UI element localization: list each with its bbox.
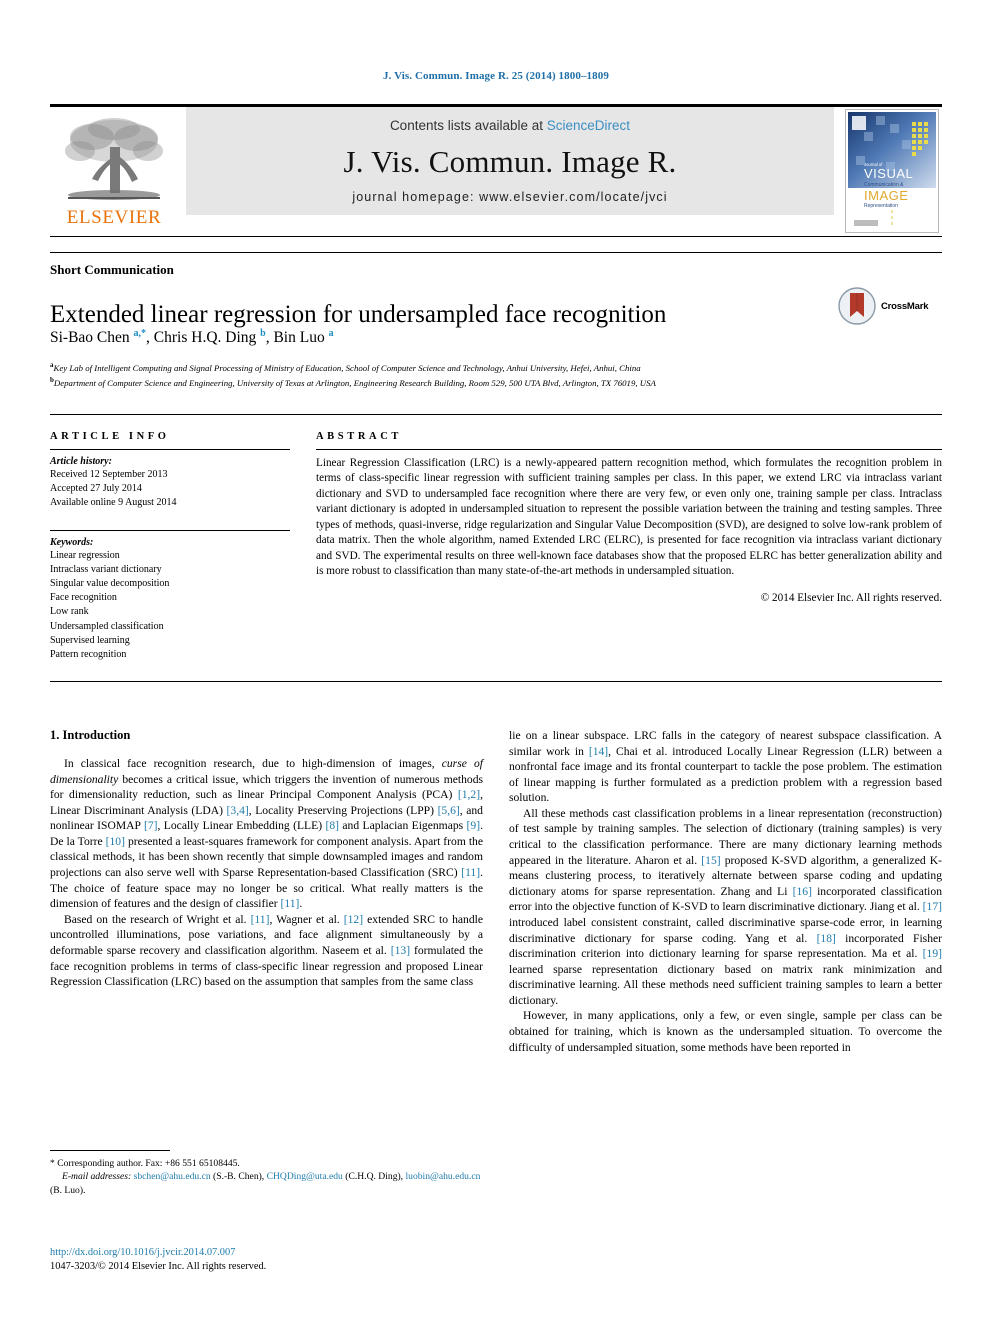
email-addresses-note: E-mail addresses: sbchen@ahu.edu.cn (S.-… xyxy=(50,1170,483,1197)
journal-homepage-link[interactable]: journal homepage: www.elsevier.com/locat… xyxy=(352,190,667,204)
body-paragraph: lie on a linear subspace. LRC falls in t… xyxy=(509,729,942,805)
cover-subtitle-2: Representation xyxy=(864,203,898,209)
article-info-rule xyxy=(50,449,290,450)
footnote-rule xyxy=(50,1150,170,1151)
keywords-label: Keywords: xyxy=(50,536,94,548)
affiliation-item: aKey Lab of Intelligent Computing and Si… xyxy=(50,360,930,375)
keyword-item: Supervised learning xyxy=(50,634,130,646)
page-title: Extended linear regression for undersamp… xyxy=(50,300,667,328)
section-heading-introduction: 1. Introduction xyxy=(50,728,131,742)
contents-prefix: Contents lists available at xyxy=(389,118,547,133)
keywords-block: Keywords: Linear regression Intraclass v… xyxy=(50,529,290,663)
article-info-column: ARTICLE INFO Article history: Received 1… xyxy=(50,431,308,662)
title-top-rule xyxy=(50,252,942,253)
elsevier-tree-icon xyxy=(65,118,163,200)
keyword-item: Singular value decomposition xyxy=(50,577,170,589)
abstract-copyright: © 2014 Elsevier Inc. All rights reserved… xyxy=(760,591,942,604)
info-abstract-band: ARTICLE INFO Article history: Received 1… xyxy=(50,414,942,682)
body-paragraph: All these methods cast classification pr… xyxy=(509,806,942,1007)
crossmark-badge-group[interactable]: CrossMark xyxy=(838,283,942,329)
email-label: E-mail addresses: xyxy=(62,1171,132,1183)
body-paragraph: In classical face recognition research, … xyxy=(50,757,484,911)
affiliation-text: Key Lab of Intelligent Computing and Sig… xyxy=(53,362,641,373)
corresponding-author-note: * Corresponding author. Fax: +86 551 651… xyxy=(50,1158,240,1169)
body-columns: 1. Introduction In classical face recogn… xyxy=(50,728,942,1055)
abstract-heading: ABSTRACT xyxy=(316,431,402,442)
doi-link[interactable]: http://dx.doi.org/10.1016/j.jvcir.2014.0… xyxy=(50,1246,483,1260)
footer-block: http://dx.doi.org/10.1016/j.jvcir.2014.0… xyxy=(50,1246,483,1274)
contents-available-line: Contents lists available at ScienceDirec… xyxy=(390,118,630,133)
affiliation-list: aKey Lab of Intelligent Computing and Si… xyxy=(50,360,930,391)
keyword-item: Pattern recognition xyxy=(50,648,127,660)
journal-title: J. Vis. Commun. Image R. xyxy=(343,143,677,179)
keyword-item: Undersampled classification xyxy=(50,620,164,632)
elsevier-wordmark: ELSEVIER xyxy=(66,207,162,228)
journal-masthead: ELSEVIER Contents lists available at Sci… xyxy=(50,104,942,233)
keywords-rule xyxy=(50,529,290,531)
history-online: Available online 9 August 2014 xyxy=(50,497,177,509)
sciencedirect-link[interactable]: ScienceDirect xyxy=(547,118,630,133)
keyword-item: Linear regression xyxy=(50,549,120,561)
crossmark-label: CrossMark xyxy=(881,300,929,312)
cover-visual: VISUAL xyxy=(864,166,913,181)
footnote-block: * Corresponding author. Fax: +86 551 651… xyxy=(50,1150,483,1197)
issn-copyright: 1047-3203/© 2014 Elsevier Inc. All right… xyxy=(50,1261,267,1273)
running-head: J. Vis. Commun. Image R. 25 (2014) 1800–… xyxy=(383,70,609,82)
journal-cover-image: Journal of VISUAL Communication & IMAGE … xyxy=(845,109,939,233)
keyword-item: Intraclass variant dictionary xyxy=(50,563,162,575)
masthead-bottom-rule xyxy=(50,236,942,237)
history-accepted: Accepted 27 July 2014 xyxy=(50,483,142,495)
keyword-item: Face recognition xyxy=(50,592,117,604)
cover-image-word: IMAGE xyxy=(864,188,908,203)
author-list: Si-Bao Chen a,*, Chris H.Q. Ding b, Bin … xyxy=(50,328,334,347)
article-section-type: Short Communication xyxy=(50,262,174,277)
body-left-column: 1. Introduction In classical face recogn… xyxy=(50,728,483,1055)
crossmark-icon[interactable] xyxy=(838,287,876,325)
journal-cover: Journal of VISUAL Communication & IMAGE … xyxy=(842,107,942,233)
article-history-label: Article history: xyxy=(50,456,112,467)
abstract-column: ABSTRACT Linear Regression Classificatio… xyxy=(308,431,942,662)
body-paragraph: However, in many applications, only a fe… xyxy=(509,1009,942,1054)
paper-page: J. Vis. Commun. Image R. 25 (2014) 1800–… xyxy=(0,0,992,1323)
masthead-center: Contents lists available at ScienceDirec… xyxy=(186,107,834,215)
affiliation-text: Department of Computer Science and Engin… xyxy=(53,378,656,389)
abstract-rule xyxy=(316,449,942,450)
abstract-text: Linear Regression Classification (LRC) i… xyxy=(316,457,942,578)
article-info-heading: ARTICLE INFO xyxy=(50,431,170,442)
affiliation-item: bDepartment of Computer Science and Engi… xyxy=(50,375,930,390)
body-right-column: lie on a linear subspace. LRC falls in t… xyxy=(509,728,942,1055)
history-received: Received 12 September 2013 xyxy=(50,469,168,480)
keyword-item: Low rank xyxy=(50,606,89,618)
elsevier-logo: ELSEVIER xyxy=(50,107,178,233)
body-paragraph: Based on the research of Wright et al. [… xyxy=(50,912,483,989)
